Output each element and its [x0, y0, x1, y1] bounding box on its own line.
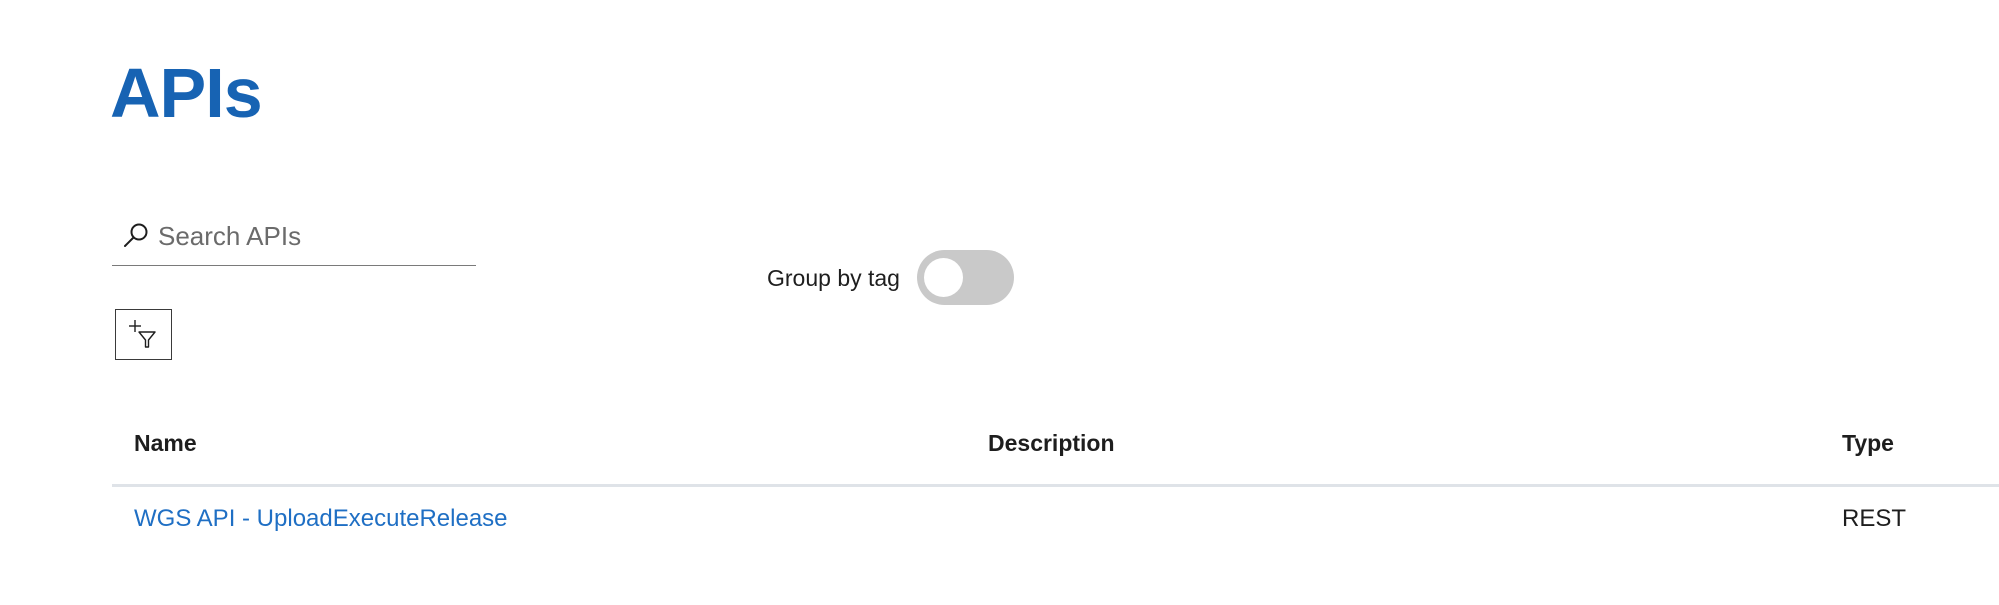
table-row: WGS API - UploadExecuteRelease REST — [112, 487, 1999, 547]
search-icon — [120, 220, 152, 252]
search-box — [112, 212, 476, 266]
add-filter-icon — [129, 320, 156, 348]
add-filter-button[interactable] — [115, 309, 172, 360]
group-by-tag-toggle[interactable] — [917, 250, 1014, 305]
search-input[interactable] — [158, 218, 458, 254]
page-title: APIs — [110, 54, 263, 132]
toggle-knob — [924, 258, 963, 297]
apis-page: APIs Group by tag Name Description Type … — [0, 0, 1999, 605]
column-header-description[interactable]: Description — [988, 428, 1115, 458]
column-header-name[interactable]: Name — [134, 428, 197, 458]
group-by-tag-label: Group by tag — [767, 265, 900, 291]
api-type: REST — [1842, 505, 1907, 532]
api-name-link[interactable]: WGS API - UploadExecuteRelease — [134, 503, 508, 535]
column-header-type[interactable]: Type — [1842, 428, 1894, 458]
